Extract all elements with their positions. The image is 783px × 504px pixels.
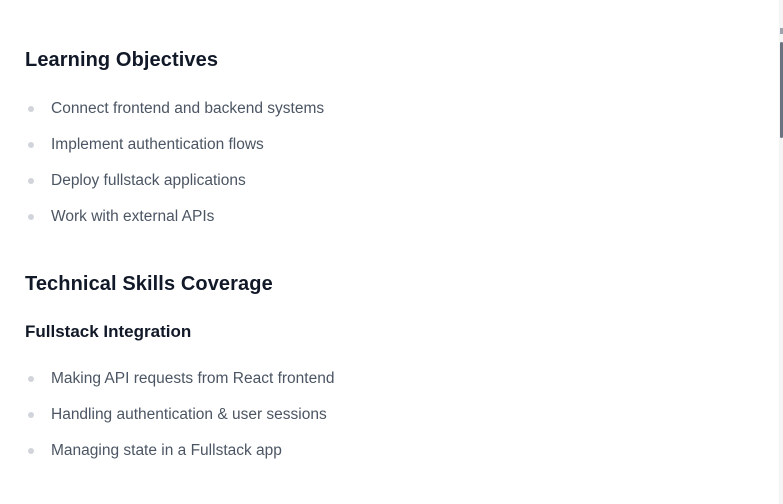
bullet-icon (28, 142, 34, 148)
bullet-icon (28, 412, 34, 418)
list-item: Handling authentication & user sessions (25, 397, 334, 433)
list-item-label: Deploy fullstack applications (51, 172, 246, 189)
bullet-icon (28, 106, 34, 112)
list-item: Implement authentication flows (25, 127, 324, 163)
technical-skills-heading: Technical Skills Coverage (25, 273, 273, 295)
bullet-icon (28, 214, 34, 220)
learning-objectives-heading: Learning Objectives (25, 49, 219, 71)
bullet-icon (28, 178, 34, 184)
learning-objectives-list: Connect frontend and backend systems Imp… (25, 91, 324, 235)
list-item: Making API requests from React frontend (25, 361, 334, 397)
list-item-label: Connect frontend and backend systems (51, 100, 325, 117)
list-item-label: Managing state in a Fullstack app (51, 442, 282, 459)
bullet-icon (28, 376, 34, 382)
vertical-scrollbar[interactable] (779, 0, 783, 504)
fullstack-integration-list: Making API requests from React frontend … (25, 361, 334, 469)
list-item: Connect frontend and backend systems (25, 91, 324, 127)
list-item-label: Making API requests from React frontend (51, 370, 335, 387)
fullstack-integration-heading: Fullstack Integration (25, 322, 192, 341)
list-item-label: Implement authentication flows (51, 136, 264, 153)
list-item-label: Handling authentication & user sessions (51, 406, 327, 423)
list-item: Managing state in a Fullstack app (25, 433, 334, 469)
bullet-icon (28, 448, 34, 454)
list-item: Work with external APIs (25, 199, 324, 235)
list-item-label: Work with external APIs (51, 208, 215, 225)
list-item: Deploy fullstack applications (25, 163, 324, 199)
